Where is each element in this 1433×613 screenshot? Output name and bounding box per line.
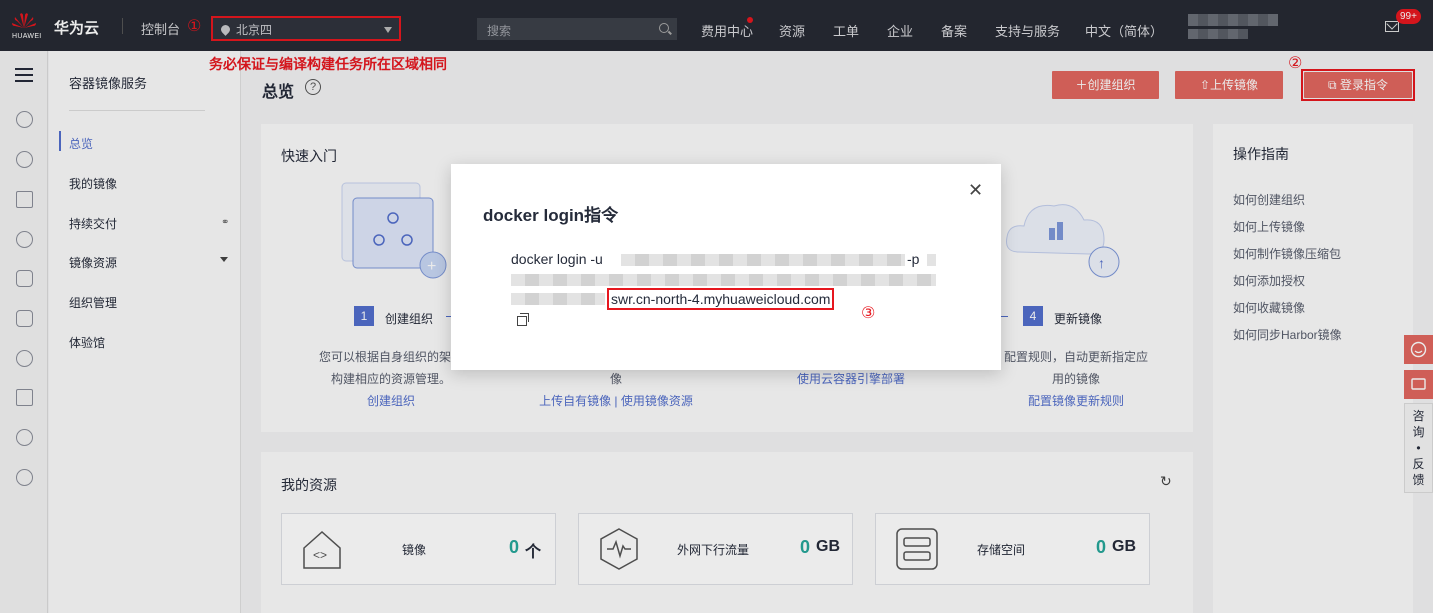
masked-password: [511, 293, 605, 305]
annotation-3: ③: [861, 305, 876, 322]
close-icon[interactable]: ✕: [968, 180, 983, 201]
masked-password: [511, 274, 936, 286]
masked-username: [621, 254, 905, 266]
docker-login-dialog: docker login指令 ✕ docker login -u -p swr.…: [451, 164, 1001, 370]
dialog-title: docker login指令: [483, 206, 619, 225]
command-password-flag: -p: [907, 251, 920, 267]
command-prefix: docker login -u: [511, 251, 603, 267]
copy-icon[interactable]: [517, 313, 529, 326]
masked-password: [927, 254, 936, 266]
registry-endpoint: swr.cn-north-4.myhuaweicloud.com: [607, 288, 835, 310]
